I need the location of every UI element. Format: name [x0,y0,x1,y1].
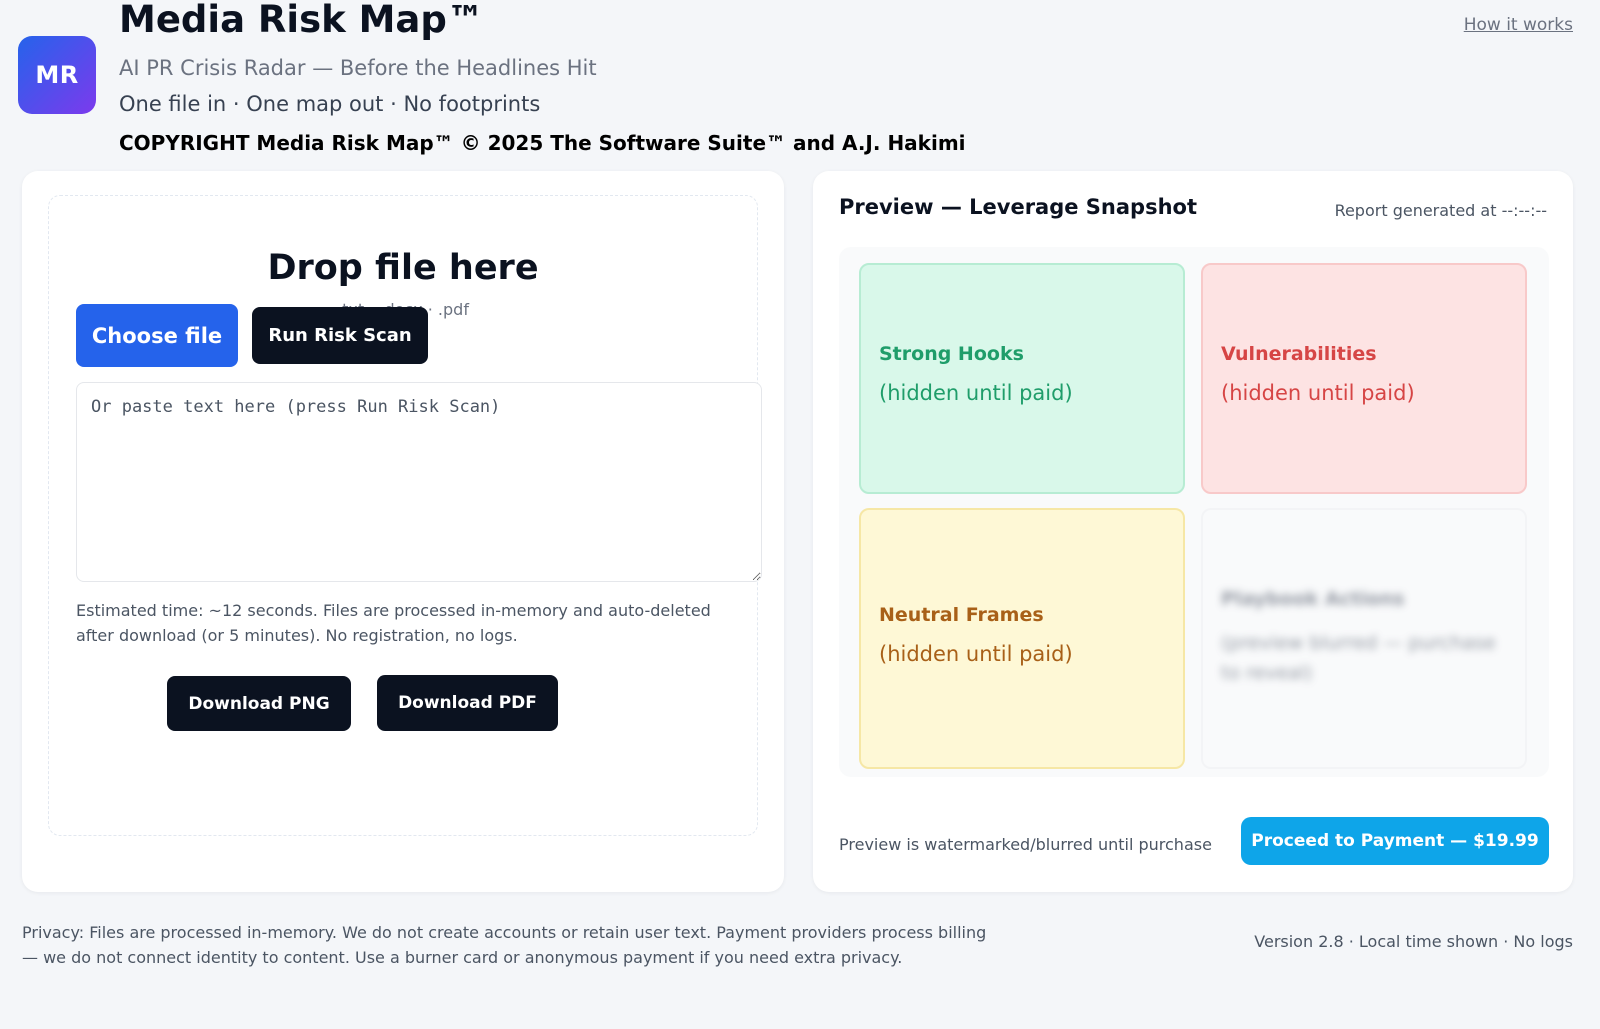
download-pdf-button[interactable]: Download PDF [377,675,558,731]
privacy-note: Privacy: Files are processed in-memory. … [22,923,987,967]
paste-text-area[interactable] [76,382,762,582]
quadrant-note: (hidden until paid) [879,642,1073,666]
download-png-button[interactable]: Download PNG [167,676,351,731]
report-generated-time: Report generated at --:--:-- [1334,201,1547,220]
app-logo: MR [18,36,96,114]
app-title: Media Risk Map™ [119,0,484,41]
copyright-notice: COPYRIGHT Media Risk Map™ © 2025 The Sof… [119,131,966,155]
quadrant-strong-hooks: Strong Hooks (hidden until paid) [859,263,1185,494]
quadrant-note: (hidden until paid) [1221,381,1415,405]
run-risk-scan-button[interactable]: Run Risk Scan [252,307,428,364]
drop-title: Drop file here [267,248,539,288]
version-info: Version 2.8 · Local time shown · No logs [1254,932,1573,951]
app-tagline: One file in · One map out · No footprint… [119,92,541,116]
proceed-to-payment-button[interactable]: Proceed to Payment — $19.99 [1241,817,1549,865]
how-it-works-link[interactable]: How it works [1464,15,1573,35]
quadrant-note: (hidden until paid) [879,381,1073,405]
upload-card: Drop file here .txt · .docx · .pdf Choos… [22,171,784,892]
app-subtitle: AI PR Crisis Radar — Before the Headline… [119,56,597,80]
watermark-note: Preview is watermarked/blurred until pur… [839,835,1212,854]
preview-title: Preview — Leverage Snapshot [839,195,1198,219]
estimated-time-note: Estimated time: ~12 seconds. Files are p… [76,601,711,645]
quadrant-label: Strong Hooks [879,343,1024,365]
quadrant-note: (preview blurred — purchase to reveal) [1221,632,1496,684]
quadrant-label: Playbook Actions [1221,588,1405,610]
quadrant-playbook-blurred: Playbook Actions (preview blurred — purc… [1201,508,1527,769]
choose-file-button[interactable]: Choose file [76,304,238,367]
quadrant-vulnerabilities: Vulnerabilities (hidden until paid) [1201,263,1527,494]
preview-card: Preview — Leverage Snapshot Report gener… [813,171,1573,892]
quadrant-neutral-frames: Neutral Frames (hidden until paid) [859,508,1185,769]
quadrant-label: Vulnerabilities [1221,343,1377,365]
quadrant-label: Neutral Frames [879,604,1044,626]
